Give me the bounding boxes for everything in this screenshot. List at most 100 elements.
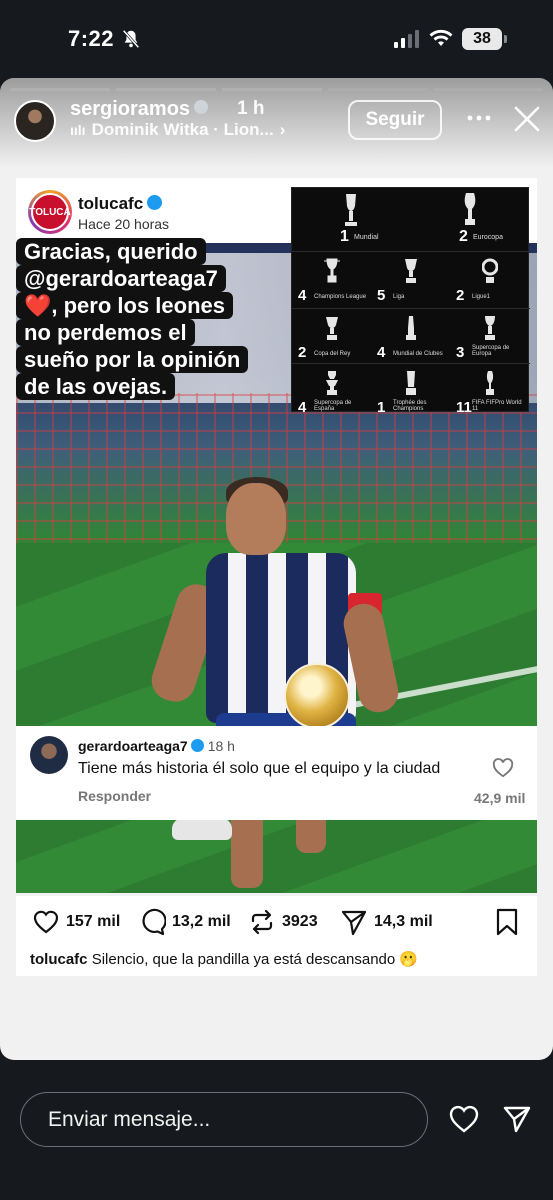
status-time: 7:22 xyxy=(68,26,115,51)
trophy-icon xyxy=(405,259,417,283)
story-avatar[interactable] xyxy=(14,100,56,142)
trophy-name: Mundial de Clubes xyxy=(393,351,443,357)
bookmark-icon[interactable] xyxy=(494,908,520,936)
trophy-cell: 2 Copa del Rey xyxy=(292,309,371,365)
trophy-icon xyxy=(406,316,416,340)
trophy-cell: 3 Supercopa de Europa xyxy=(450,309,529,365)
trophy-count: 2 xyxy=(298,344,307,361)
trophy-cell: 2 Ligue1 xyxy=(450,252,529,308)
trophy-name: Supercopa de España xyxy=(314,400,352,412)
trophy-cell: 5 Liga xyxy=(371,252,450,308)
trophy-cell: 1 Mundial xyxy=(292,188,411,250)
trophy-cell: 4 Mundial de Clubes xyxy=(371,309,450,365)
toluca-logo-text: TOLUCA xyxy=(29,193,71,231)
share-action[interactable]: 14,3 mil xyxy=(340,908,433,936)
comment-card[interactable]: gerardoarteaga7 18 h Tiene más historia é… xyxy=(16,726,537,820)
trophy-icon xyxy=(486,371,494,395)
follow-button[interactable]: Seguir xyxy=(348,100,442,140)
story-music[interactable]: ıılı Dominik Witka · Lion... › xyxy=(70,120,285,140)
more-options-icon[interactable] xyxy=(466,108,492,128)
heart-icon xyxy=(33,910,59,934)
chevron-right-icon: › xyxy=(279,120,286,139)
post-username[interactable]: tolucafc xyxy=(78,194,163,214)
trophy-cell: 2 Eurocopa xyxy=(411,188,530,250)
caption-line: no perdemos el xyxy=(16,319,195,346)
like-action[interactable]: 157 mil xyxy=(32,908,120,936)
comments-count: 13,2 mil xyxy=(172,913,231,930)
close-icon[interactable] xyxy=(512,104,542,134)
story-username[interactable]: sergioramos xyxy=(70,98,209,121)
trophy-cell: 4 Champions League xyxy=(292,252,371,308)
battery-indicator: 38 xyxy=(462,28,507,50)
story-time: 1 h xyxy=(237,98,265,119)
trophy-name: Trophée des Champions xyxy=(393,400,427,412)
caption-line: de las ovejas. xyxy=(16,373,176,400)
repost-icon xyxy=(251,909,273,935)
shares-count: 14,3 mil xyxy=(374,913,433,930)
caption-line: sueño por la opinión xyxy=(16,346,249,373)
wifi-icon xyxy=(429,29,453,46)
comment-avatar[interactable] xyxy=(30,736,68,774)
send-icon[interactable] xyxy=(502,1104,532,1134)
reposts-count: 3923 xyxy=(282,913,318,930)
comment-action[interactable]: 13,2 mil xyxy=(138,908,231,936)
verified-badge-icon xyxy=(147,195,163,210)
trophy-cell: 11 FIFA FIFPro World 11 xyxy=(450,364,529,420)
verified-badge-icon xyxy=(194,100,209,114)
likes-count: 157 mil xyxy=(66,913,121,930)
trophy-count: 2 xyxy=(456,287,465,304)
comment-text: Tiene más historia él solo que el equipo… xyxy=(78,760,441,777)
post-caption-user[interactable]: tolucafc xyxy=(30,951,88,968)
trophy-name: Ligue1 xyxy=(472,294,491,300)
trophy-count: 1 xyxy=(340,228,349,245)
trophy-icon xyxy=(324,258,340,283)
reply-link[interactable]: Responder xyxy=(78,788,151,804)
audio-wave-icon: ıılı xyxy=(70,122,86,138)
trophy-name: Liga xyxy=(393,294,405,300)
caption-line: ❤️, pero los leones xyxy=(16,292,233,319)
comment-username[interactable]: gerardoarteaga7 18 h xyxy=(78,738,235,754)
trophy-count: 3 xyxy=(456,344,465,361)
post-caption-overlay: Gracias, querido @gerardoarteaga7 ❤️, pe… xyxy=(16,238,264,400)
trophy-count: 2 xyxy=(459,228,468,245)
trophy-icon xyxy=(406,371,416,395)
message-input[interactable] xyxy=(20,1092,428,1147)
trophy-icon xyxy=(464,193,476,225)
trophy-icon xyxy=(482,258,498,283)
comment-time: 18 h xyxy=(207,738,235,754)
trophy-name: FIFA FIFPro World 11 xyxy=(472,400,522,412)
comment-username-text: gerardoarteaga7 xyxy=(78,738,188,754)
repost-action[interactable]: 3923 xyxy=(248,908,318,936)
post-action-bar: 157 mil 13,2 mil 3923 14,3 mil tolucafc … xyxy=(16,896,537,976)
football-ball xyxy=(284,663,350,729)
trophy-count: 11 xyxy=(456,399,472,416)
player-head xyxy=(226,483,286,555)
comment-bubble-icon xyxy=(142,908,166,936)
story-music-text: Dominik Witka · Lion... xyxy=(91,120,274,139)
verified-badge-icon xyxy=(190,739,204,752)
trophy-count: 4 xyxy=(377,344,386,361)
comment-likes: 42,9 mil xyxy=(474,790,526,806)
bell-muted-icon xyxy=(122,29,140,49)
caption-line: Gracias, querido xyxy=(16,238,206,265)
post-username-text: tolucafc xyxy=(78,194,144,213)
trophy-cell: 1 Trophée des Champions xyxy=(371,364,450,420)
story-username-text: sergioramos xyxy=(70,98,191,120)
trophy-icon xyxy=(326,317,338,340)
trophy-grid: 1 Mundial 2 Eurocopa 4 Champions League … xyxy=(291,187,530,416)
trophy-icon xyxy=(485,316,495,340)
trophy-count: 1 xyxy=(377,399,386,416)
cell-signal-icon xyxy=(394,30,419,48)
trophy-count: 4 xyxy=(298,399,307,416)
heart-icon[interactable] xyxy=(448,1104,480,1134)
post-caption: tolucafc Silencio, que la pandilla ya es… xyxy=(30,950,418,968)
trophy-count: 4 xyxy=(298,287,307,304)
player-boot xyxy=(172,818,232,840)
trophy-icon xyxy=(326,371,338,395)
trophy-name: Supercopa de Europa xyxy=(472,345,510,357)
toluca-logo[interactable]: TOLUCA xyxy=(28,190,72,234)
heart-icon[interactable] xyxy=(492,758,514,778)
post-caption-text: Silencio, que la pandilla ya está descan… xyxy=(91,951,419,968)
caption-mention[interactable]: @gerardoarteaga7 xyxy=(16,265,226,292)
send-icon xyxy=(341,910,367,936)
